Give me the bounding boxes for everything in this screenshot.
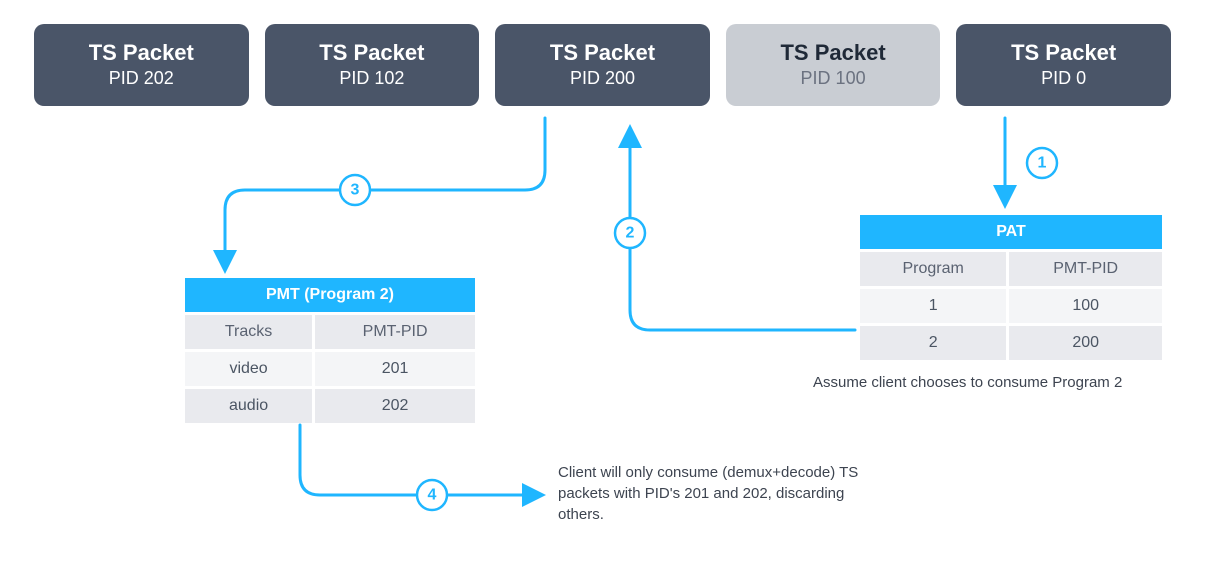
pmt-cell: 201 xyxy=(314,351,475,388)
pmt-table: PMT (Program 2) Tracks PMT-PID video 201… xyxy=(185,278,475,423)
packet-pid: PID 0 xyxy=(1041,68,1086,89)
pat-table: PAT Program PMT-PID 1 100 2 200 xyxy=(860,215,1162,360)
step-badge-2-label: 2 xyxy=(626,225,635,242)
ts-packet-pid-0: TS Packet PID 0 xyxy=(956,24,1171,106)
ts-packet-pid-200: TS Packet PID 200 xyxy=(495,24,710,106)
arrow-step-2 xyxy=(630,130,855,330)
pmt-title: PMT (Program 2) xyxy=(185,278,475,314)
packet-title: TS Packet xyxy=(780,41,885,65)
packet-pid: PID 200 xyxy=(570,68,635,89)
pmt-col-tracks: Tracks xyxy=(185,314,314,351)
packet-title: TS Packet xyxy=(1011,41,1116,65)
pat-caption: Assume client chooses to consume Program… xyxy=(813,372,1193,393)
pat-cell: 2 xyxy=(860,325,1008,361)
step-badge-3-label: 3 xyxy=(351,182,360,199)
step-badge-4-label: 4 xyxy=(428,487,437,504)
arrow-step-3 xyxy=(225,118,545,268)
packet-pid: PID 102 xyxy=(339,68,404,89)
packet-title: TS Packet xyxy=(550,41,655,65)
packet-title: TS Packet xyxy=(319,41,424,65)
step-badge-1-label: 1 xyxy=(1038,155,1047,172)
ts-packet-pid-202: TS Packet PID 202 xyxy=(34,24,249,106)
ts-packet-row: TS Packet PID 202 TS Packet PID 102 TS P… xyxy=(34,24,1171,106)
pmt-cell: video xyxy=(185,351,314,388)
pat-col-program: Program xyxy=(860,251,1008,288)
packet-pid: PID 100 xyxy=(801,68,866,89)
final-caption: Client will only consume (demux+decode) … xyxy=(558,462,868,525)
pat-cell: 100 xyxy=(1008,288,1162,325)
pat-title: PAT xyxy=(860,215,1162,251)
packet-pid: PID 202 xyxy=(109,68,174,89)
step-badge-1 xyxy=(1027,148,1057,178)
pat-col-pmtpid: PMT-PID xyxy=(1008,251,1162,288)
ts-packet-pid-102: TS Packet PID 102 xyxy=(265,24,480,106)
ts-packet-pid-100: TS Packet PID 100 xyxy=(726,24,941,106)
pat-cell: 1 xyxy=(860,288,1008,325)
arrow-step-4 xyxy=(300,425,540,495)
step-badge-3 xyxy=(340,175,370,205)
pmt-cell: audio xyxy=(185,388,314,424)
step-badge-2 xyxy=(615,218,645,248)
packet-title: TS Packet xyxy=(89,41,194,65)
pmt-cell: 202 xyxy=(314,388,475,424)
step-badge-4 xyxy=(417,480,447,510)
pmt-col-pmtpid: PMT-PID xyxy=(314,314,475,351)
pat-cell: 200 xyxy=(1008,325,1162,361)
